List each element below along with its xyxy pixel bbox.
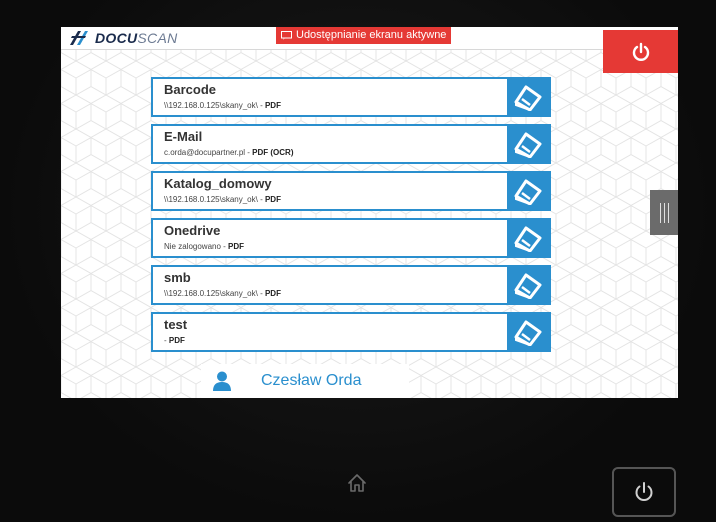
profile-destination: \\192.168.0.125\skany_ok\ - PDF bbox=[164, 101, 281, 110]
profile-path: \\192.168.0.125\skany_ok\ bbox=[164, 101, 258, 110]
profile-onedrive[interactable]: Onedrive Nie zalogowano - PDF bbox=[151, 218, 551, 258]
user-icon bbox=[213, 371, 231, 391]
logout-power-button[interactable] bbox=[603, 30, 678, 73]
profile-barcode[interactable]: Barcode \\192.168.0.125\skany_ok\ - PDF bbox=[151, 77, 551, 117]
profile-name: smb bbox=[164, 270, 191, 285]
profile-destination: \\192.168.0.125\skany_ok\ - PDF bbox=[164, 289, 281, 298]
profile-format: PDF bbox=[168, 336, 185, 345]
logo-text-bold: DOCU bbox=[95, 30, 138, 46]
profile-path: \\192.168.0.125\skany_ok\ bbox=[164, 195, 258, 204]
scan-button[interactable] bbox=[507, 126, 549, 162]
profile-path: c.orda@docupartner.pl bbox=[164, 148, 246, 157]
home-button[interactable] bbox=[341, 467, 373, 499]
profile-format: PDF bbox=[264, 195, 281, 204]
scan-profile-list: Barcode \\192.168.0.125\skany_ok\ - PDF … bbox=[151, 77, 551, 359]
profile-separator: - bbox=[257, 289, 265, 298]
profile-path: Nie zalogowano bbox=[164, 242, 221, 251]
scanner-icon bbox=[514, 179, 542, 205]
scan-button[interactable] bbox=[507, 267, 549, 303]
profile-smb[interactable]: smb \\192.168.0.125\skany_ok\ - PDF bbox=[151, 265, 551, 305]
scan-button[interactable] bbox=[507, 314, 549, 350]
docuscan-logo-icon bbox=[70, 31, 88, 45]
profile-format: PDF bbox=[264, 289, 281, 298]
profile-test[interactable]: test - PDF bbox=[151, 312, 551, 352]
scanner-icon bbox=[514, 132, 542, 158]
touch-screen: DOCU SCAN Udostępnianie ekranu aktywne B… bbox=[61, 27, 678, 398]
power-icon bbox=[635, 482, 653, 501]
drawer-handle-icon bbox=[659, 202, 661, 223]
drawer-handle-line bbox=[663, 202, 665, 223]
profile-name: Barcode bbox=[164, 82, 217, 97]
scan-button[interactable] bbox=[507, 79, 549, 115]
profile-name: test bbox=[164, 317, 188, 332]
screen-share-text: Udostępnianie ekranu aktywne bbox=[296, 29, 447, 41]
profile-format: PDF bbox=[264, 101, 281, 110]
logo-text-light: SCAN bbox=[137, 30, 178, 46]
docuscan-logo: DOCU SCAN bbox=[69, 30, 178, 46]
profile-separator: - bbox=[220, 242, 229, 251]
profile-destination: c.orda@docupartner.pl - PDF (OCR) bbox=[164, 148, 294, 157]
scanner-icon bbox=[514, 320, 542, 346]
profile-separator: - bbox=[257, 101, 265, 110]
profile-name: Katalog_domowy bbox=[164, 176, 272, 191]
scanner-icon bbox=[514, 85, 542, 111]
drawer-handle-line bbox=[667, 202, 669, 223]
profile-format: PDF (OCR) bbox=[252, 148, 294, 157]
user-name: Czesław Orda bbox=[261, 372, 362, 389]
profile-name: Onedrive bbox=[164, 223, 221, 238]
profile-name: E-Mail bbox=[164, 129, 203, 144]
profile-destination: Nie zalogowano - PDF bbox=[164, 242, 244, 251]
side-drawer-handle[interactable] bbox=[650, 190, 678, 235]
current-user-button[interactable]: Czesław Orda bbox=[201, 364, 409, 398]
profile-katalog-domowy[interactable]: Katalog_domowy \\192.168.0.125\skany_ok\… bbox=[151, 171, 551, 211]
hardware-power-button[interactable] bbox=[612, 467, 676, 517]
profile-destination: \\192.168.0.125\skany_ok\ - PDF bbox=[164, 195, 281, 204]
power-icon bbox=[632, 42, 649, 61]
screen-share-icon bbox=[281, 31, 292, 40]
top-bar: DOCU SCAN Udostępnianie ekranu aktywne bbox=[61, 27, 678, 50]
profile-separator: - bbox=[257, 195, 265, 204]
screen-share-badge: Udostępnianie ekranu aktywne bbox=[276, 27, 452, 44]
profile-path: \\192.168.0.125\skany_ok\ bbox=[164, 289, 258, 298]
scanner-icon bbox=[514, 273, 542, 299]
profile-format: PDF bbox=[228, 242, 245, 251]
profile-email[interactable]: E-Mail c.orda@docupartner.pl - PDF (OCR) bbox=[151, 124, 551, 164]
home-icon bbox=[348, 474, 366, 492]
scan-button[interactable] bbox=[507, 173, 549, 209]
scan-button[interactable] bbox=[507, 220, 549, 256]
profile-destination: - PDF bbox=[164, 336, 185, 345]
scanner-icon bbox=[514, 226, 542, 252]
